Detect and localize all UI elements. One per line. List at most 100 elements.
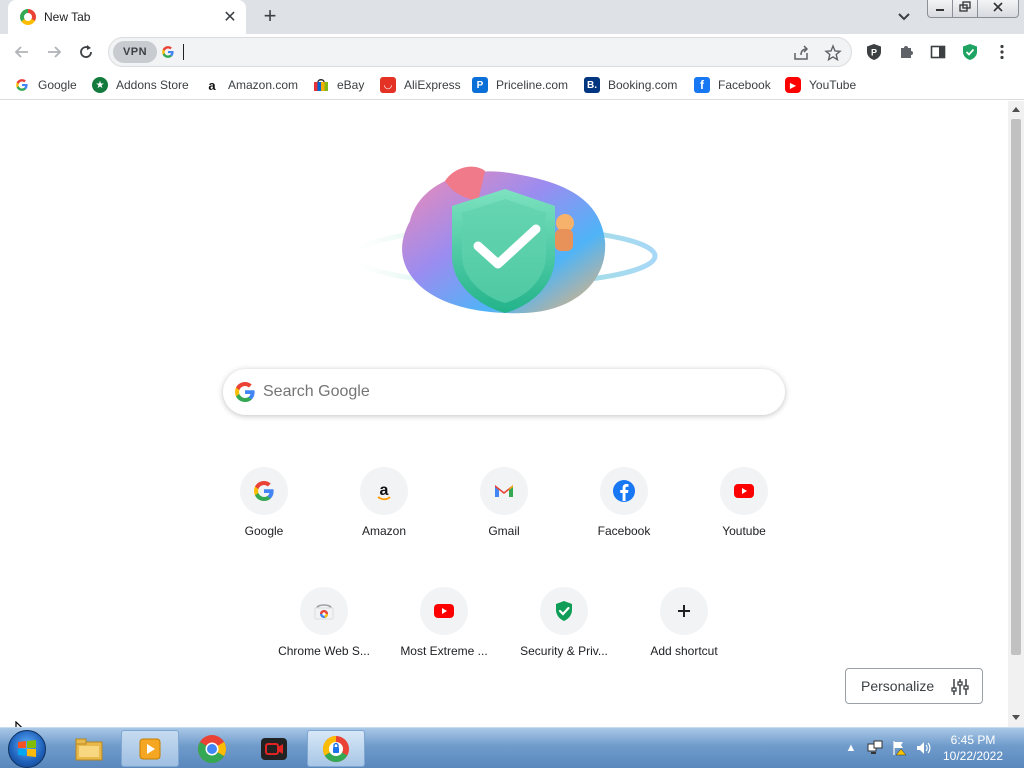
priceline-icon: P <box>472 77 488 93</box>
taskbar-clock[interactable]: 6:45 PM 10/22/2022 <box>928 732 1018 764</box>
ebay-icon <box>313 77 329 93</box>
browser-menu-kebab-icon[interactable] <box>992 42 1012 62</box>
shortcut-label: Most Extreme ... <box>400 644 488 658</box>
bookmark-aliexpress[interactable]: ◡ AliExpress <box>380 75 461 95</box>
shortcut-label: Security & Priv... <box>520 644 608 658</box>
shortcut-icon-wrap <box>300 587 348 635</box>
bookmark-label: YouTube <box>809 78 857 92</box>
security-shield-extension-icon[interactable] <box>960 42 980 62</box>
extension-p-shield-icon[interactable]: P <box>864 42 884 62</box>
google-icon <box>254 481 274 501</box>
bookmarks-bar: Google ★ Addons Store a Amazon.com eBay … <box>0 70 1024 100</box>
forward-button[interactable] <box>42 40 66 64</box>
taskbar-secure-browser[interactable] <box>307 730 365 767</box>
svg-text:P: P <box>871 48 877 58</box>
bookmark-label: AliExpress <box>404 78 461 92</box>
bookmark-youtube[interactable]: ▶ YouTube <box>785 75 856 95</box>
screen-recorder-icon <box>261 737 287 760</box>
shortcut-amazon[interactable]: a Amazon <box>328 467 440 579</box>
taskbar-file-explorer[interactable] <box>60 730 118 767</box>
tab-strip: New Tab ✕ + <box>0 0 1024 34</box>
scroll-thumb[interactable] <box>1011 119 1021 655</box>
bookmark-label: Facebook <box>718 78 771 92</box>
taskbar-media-player[interactable] <box>121 730 179 767</box>
security-shield-illustration <box>352 166 658 314</box>
shortcut-youtube[interactable]: Youtube <box>688 467 800 579</box>
shortcut-label: Add shortcut <box>650 644 718 658</box>
system-tray: ▲ <box>842 732 938 764</box>
youtube-icon <box>434 604 454 618</box>
tab-search-chevron-icon[interactable] <box>894 8 914 26</box>
bookmark-label: Amazon.com <box>228 78 299 92</box>
personalize-button[interactable]: Personalize <box>845 668 983 704</box>
back-button[interactable] <box>10 40 34 64</box>
scroll-up-arrow-icon[interactable] <box>1012 107 1020 112</box>
back-arrow-icon <box>14 46 28 58</box>
bookmark-star-icon[interactable] <box>823 43 843 63</box>
bookmark-facebook[interactable]: f Facebook <box>694 75 771 95</box>
amazon-icon: a <box>208 77 216 93</box>
tab-close-button[interactable]: ✕ <box>220 7 240 27</box>
shortcut-icon-wrap <box>720 467 768 515</box>
windows-taskbar: ▲ 6:45 PM 10/22/2022 <box>0 727 1024 768</box>
reload-icon <box>80 45 92 58</box>
add-shortcut-button[interactable]: Add shortcut <box>628 587 740 699</box>
windows-logo-icon <box>18 740 36 757</box>
shortcut-icon-wrap: a <box>360 467 408 515</box>
text-cursor <box>183 44 184 60</box>
media-player-icon <box>139 738 161 759</box>
plus-icon <box>678 605 690 617</box>
youtube-icon <box>734 484 754 498</box>
shortcut-most-extreme[interactable]: Most Extreme ... <box>388 587 500 699</box>
bookmark-label: Booking.com <box>608 78 678 92</box>
google-search-box[interactable] <box>223 369 785 415</box>
chrome-web-store-icon <box>314 604 334 620</box>
search-input[interactable] <box>263 380 763 404</box>
window-minimize-button[interactable] <box>927 0 953 18</box>
bookmark-label: eBay <box>337 78 365 92</box>
window-close-button[interactable] <box>977 0 1019 18</box>
tab-title: New Tab <box>44 10 91 24</box>
bookmark-ebay[interactable]: eBay <box>313 75 364 95</box>
share-icon[interactable] <box>791 43 811 63</box>
vpn-button[interactable]: VPN <box>113 41 157 63</box>
shortcut-facebook[interactable]: Facebook <box>568 467 680 579</box>
bookmark-google[interactable]: Google <box>14 75 77 95</box>
bookmark-booking[interactable]: B. Booking.com <box>584 75 677 95</box>
address-bar[interactable]: VPN <box>108 37 852 67</box>
amazon-icon: a <box>377 482 391 501</box>
window-restore-button[interactable] <box>952 0 978 18</box>
personalize-label: Personalize <box>861 678 935 694</box>
extensions-puzzle-icon[interactable] <box>896 42 916 62</box>
shortcut-icon-wrap <box>540 587 588 635</box>
shortcut-icon-wrap <box>420 587 468 635</box>
sliders-icon <box>951 679 969 695</box>
start-button[interactable] <box>8 730 46 768</box>
taskbar-chrome[interactable] <box>183 730 241 767</box>
page-scrollbar[interactable] <box>1008 101 1024 727</box>
new-tab-button[interactable]: + <box>258 5 282 28</box>
show-hidden-icons-icon[interactable]: ▲ <box>842 739 860 757</box>
bookmark-amazon[interactable]: a Amazon.com <box>204 75 298 95</box>
bookmark-addons-store[interactable]: ★ Addons Store <box>92 75 189 95</box>
booking-icon: B. <box>584 77 600 93</box>
omnibox-input[interactable] <box>181 41 781 63</box>
shortcut-label: Google <box>244 524 284 538</box>
folder-icon <box>75 738 103 760</box>
reload-button[interactable] <box>74 40 98 64</box>
tab-new-tab[interactable]: New Tab ✕ <box>8 0 246 34</box>
action-center-flag-icon[interactable] <box>890 739 908 757</box>
shortcut-security-privacy[interactable]: Security & Priv... <box>508 587 620 699</box>
shortcut-gmail[interactable]: Gmail <box>448 467 560 579</box>
facebook-icon <box>613 480 635 502</box>
network-icon[interactable] <box>866 739 884 757</box>
shortcut-icon-wrap <box>480 467 528 515</box>
bookmark-priceline[interactable]: P Priceline.com <box>472 75 568 95</box>
scroll-down-arrow-icon[interactable] <box>1012 715 1020 720</box>
taskbar-screen-recorder[interactable] <box>245 730 303 767</box>
forward-arrow-icon <box>48 46 62 58</box>
shortcut-google[interactable]: Google <box>208 467 320 579</box>
side-panel-icon[interactable] <box>928 42 948 62</box>
shortcut-label: Youtube <box>722 524 766 538</box>
shortcut-chrome-web-store[interactable]: Chrome Web S... <box>268 587 380 699</box>
